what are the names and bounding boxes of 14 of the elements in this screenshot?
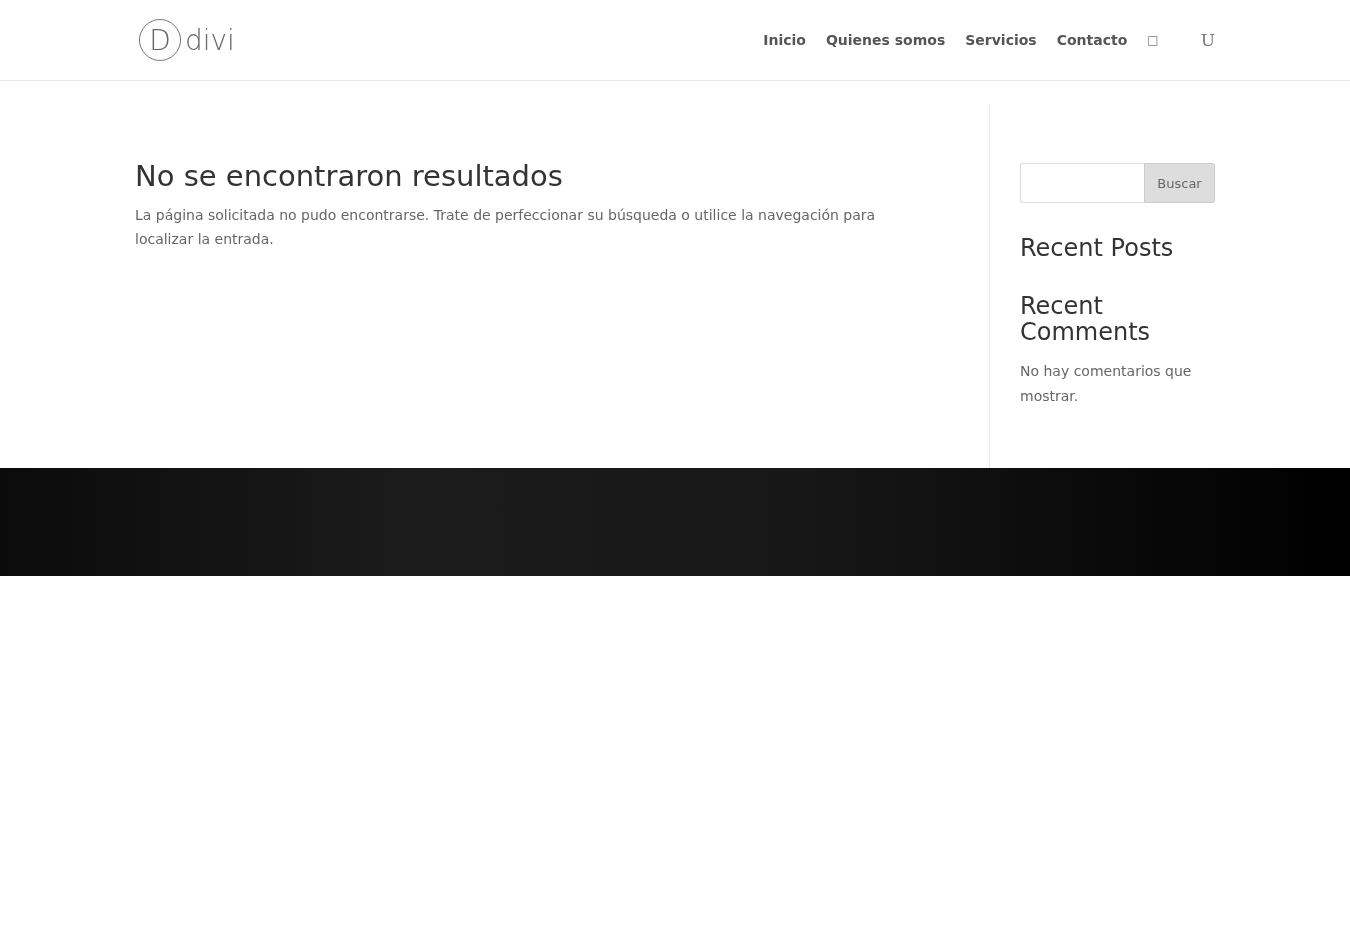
widget-title: Recent Posts [1020,235,1175,261]
search-button[interactable]: Buscar [1144,163,1215,203]
nav-link[interactable]: Servicios [965,32,1037,48]
search-icon[interactable]: U [1200,30,1215,50]
nav-link[interactable]: Quienes somos [825,32,946,48]
logo-name: divi [185,23,235,57]
nav-link[interactable]: Inicio [763,32,806,48]
page-title: No se encontraron resultados [135,159,564,193]
message-text: La página solicitada no pudo encontrarse. Trate de perfeccionar su búsqueda o utilice la navegación para localizar la entrada. [135,206,877,249]
cart-icon[interactable]: □ [1147,33,1159,47]
widget-text: No hay comentarios que mostrar. [1020,362,1193,406]
search-field[interactable] [1020,163,1144,203]
widget-title: Recent Comments [1020,293,1152,345]
nav-link[interactable]: Contacto [1056,32,1128,48]
